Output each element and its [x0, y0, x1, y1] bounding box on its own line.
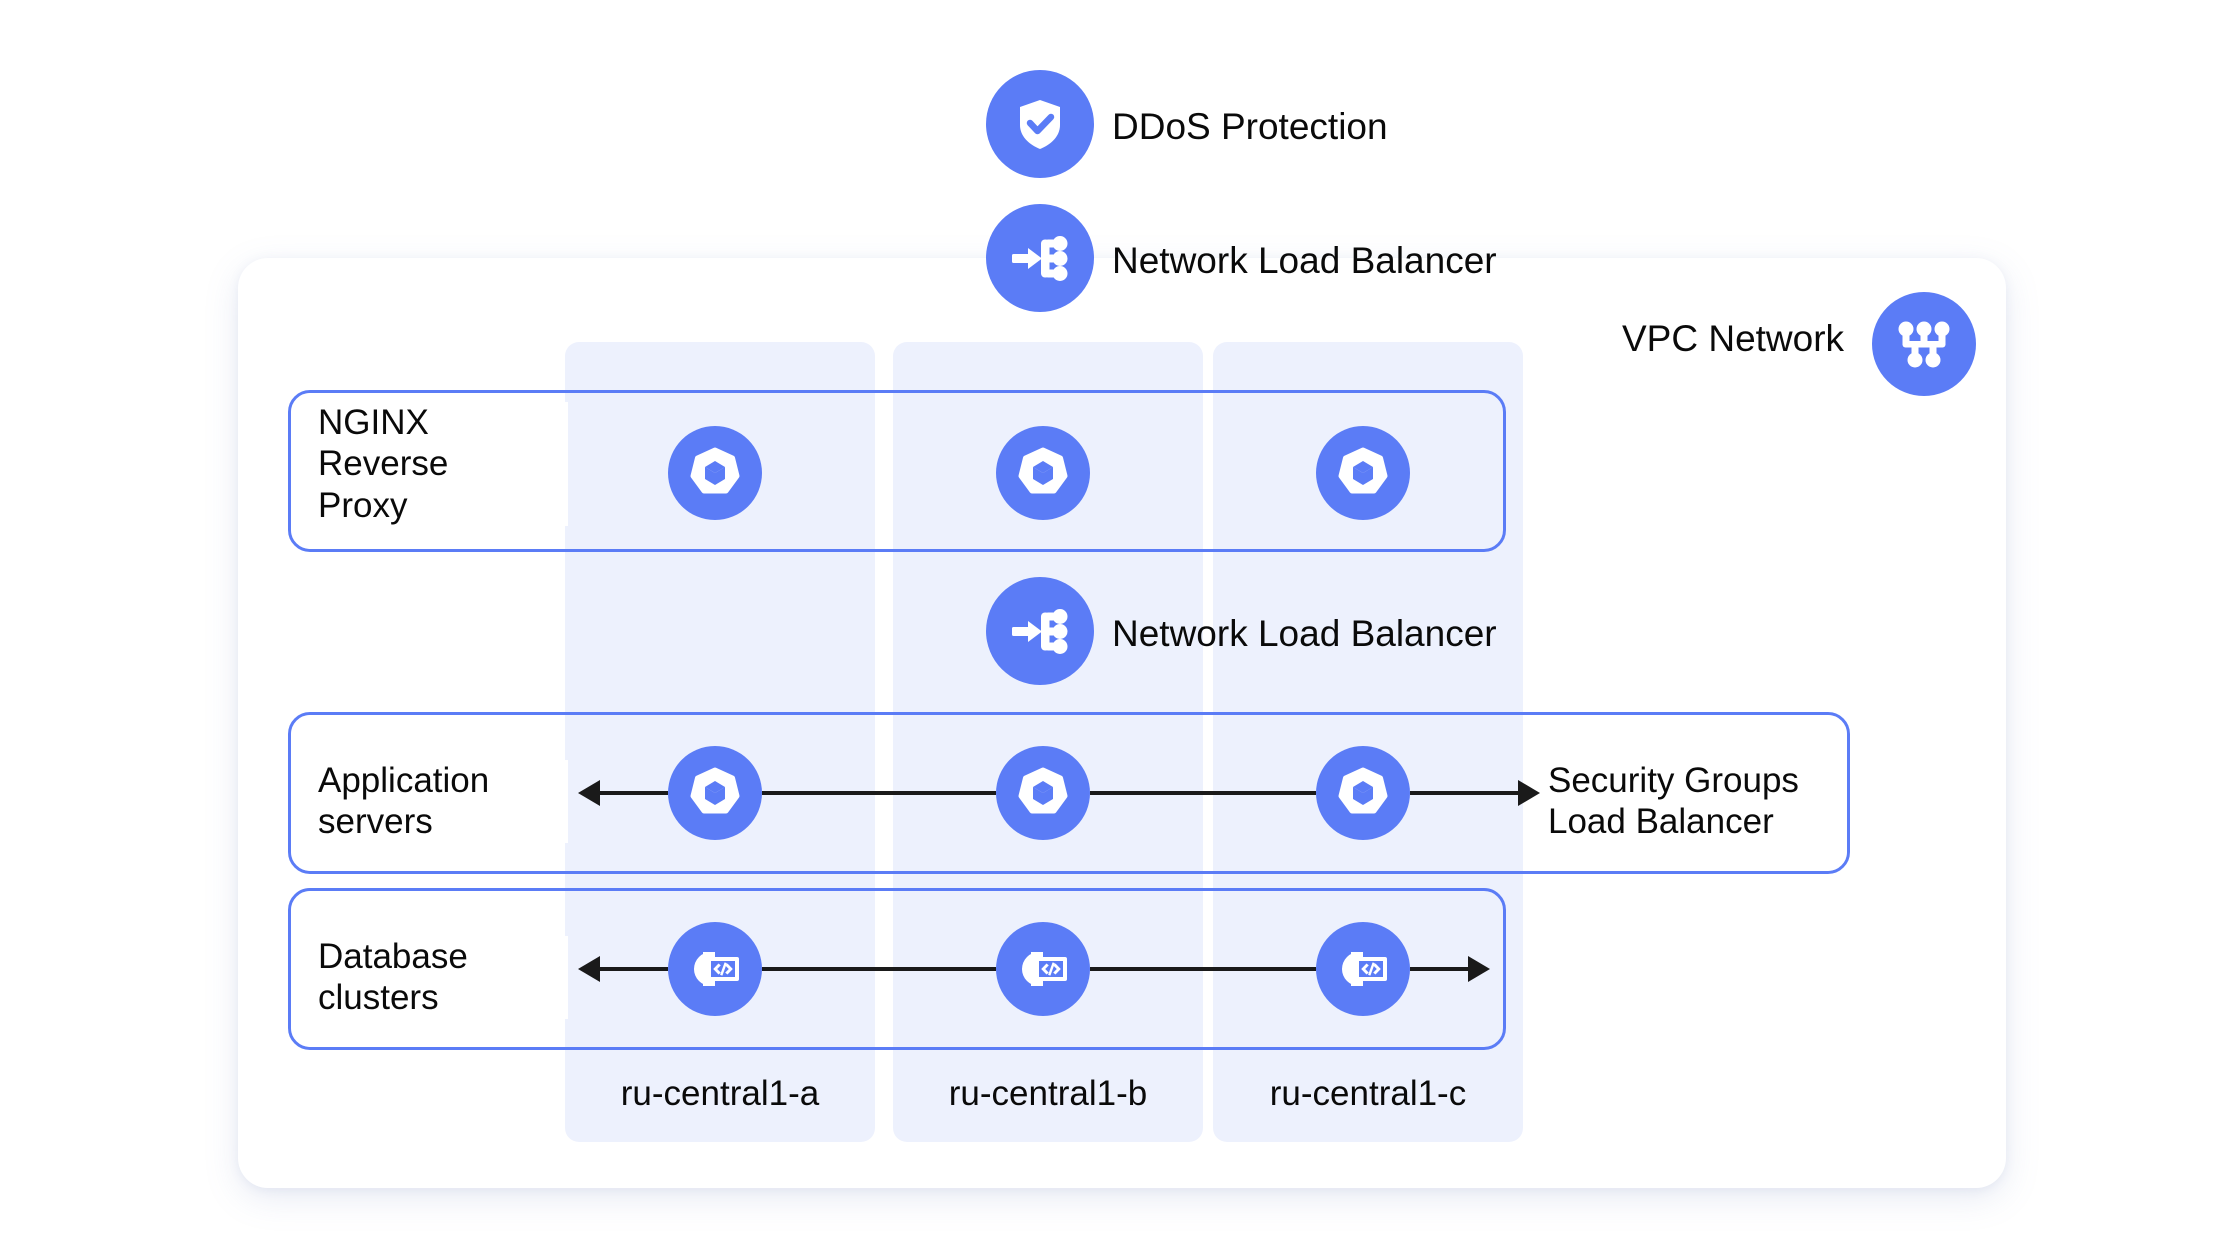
vpc-network-label: VPC Network: [1622, 318, 1845, 359]
connector-app-0: [600, 791, 668, 795]
architecture-diagram: DDoS Protection Network Load Balancer VP…: [0, 0, 2240, 1260]
connector-db-2: [1090, 967, 1316, 971]
connector-app-2: [1090, 791, 1316, 795]
ddos-protection-label: DDoS Protection: [1112, 106, 1388, 147]
connector-db-0: [600, 967, 668, 971]
inner-network-load-balancer-label: Network Load Balancer: [1112, 613, 1497, 654]
top-network-load-balancer-label: Network Load Balancer: [1112, 240, 1497, 281]
arrow-head-left-app: [578, 780, 600, 806]
connector-app-1: [762, 791, 996, 795]
managed-database-icon: [668, 922, 762, 1016]
managed-database-icon: [1316, 922, 1410, 1016]
compute-instance-icon: [996, 426, 1090, 520]
connector-db-3: [1410, 967, 1468, 971]
arrow-head-left-db: [578, 956, 600, 982]
compute-instance-icon: [1316, 746, 1410, 840]
compute-instance-icon: [996, 746, 1090, 840]
tier-label-database: Database clusters: [318, 936, 568, 1019]
connector-app-3: [1410, 791, 1518, 795]
arrow-head-right-app: [1518, 780, 1540, 806]
compute-instance-icon: [668, 746, 762, 840]
arrow-head-right-db: [1468, 956, 1490, 982]
network-load-balancer-icon: [986, 204, 1094, 312]
az-label-b: ru-central1-b: [948, 1074, 1148, 1113]
tier-label-nginx: NGINX Reverse Proxy: [318, 402, 568, 526]
az-label-c: ru-central1-c: [1269, 1074, 1467, 1113]
managed-database-icon: [996, 922, 1090, 1016]
connector-db-1: [762, 967, 996, 971]
compute-instance-icon: [1316, 426, 1410, 520]
shield-check-icon: [986, 70, 1094, 178]
tier-label-app-servers: Application servers: [318, 760, 568, 843]
network-load-balancer-icon: [986, 577, 1094, 685]
compute-instance-icon: [668, 426, 762, 520]
vpc-network-icon: [1872, 292, 1976, 396]
az-label-a: ru-central1-a: [620, 1074, 820, 1113]
security-groups-load-balancer-label: Security Groups Load Balancer: [1548, 761, 1799, 842]
